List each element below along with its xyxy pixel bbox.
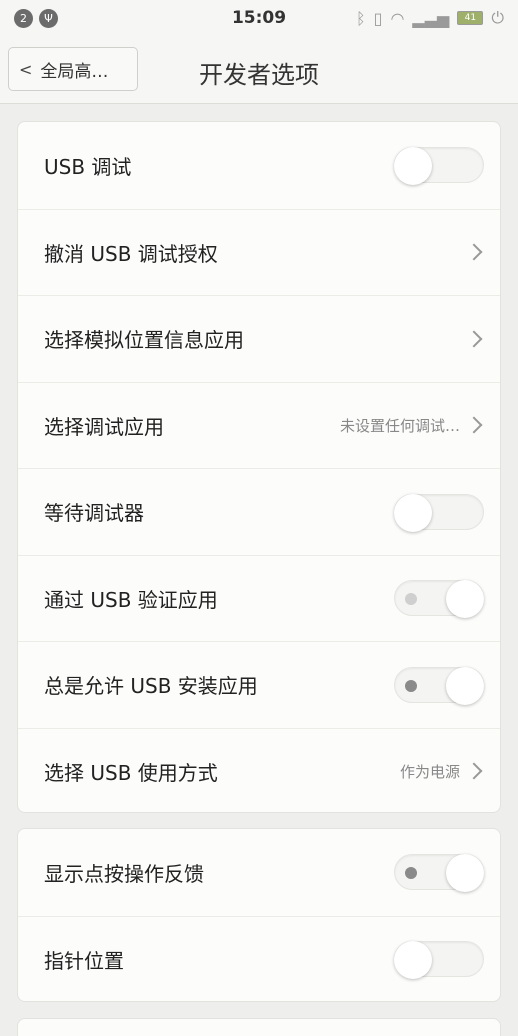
setting-row[interactable]: 指针位置	[18, 915, 500, 1002]
setting-label: 指针位置	[44, 948, 124, 973]
setting-label: 选择调试应用	[44, 414, 164, 439]
setting-control	[394, 854, 484, 893]
status-bar: 2 Ψ 15:09 ᛒ ▯ ◠ ▂▃▅ 41 ⏻	[0, 0, 518, 36]
notification-count-icon: 2	[14, 8, 33, 28]
chevron-right-icon	[465, 243, 483, 261]
setting-label: 等待调试器	[44, 501, 144, 526]
toggle-knob	[394, 941, 432, 980]
settings-card-debugging: USB 调试撤消 USB 调试授权选择模拟位置信息应用 选择调试应用 未设置任何调试…	[17, 121, 501, 813]
setting-value: 作为电源	[399, 762, 460, 781]
settings-card-next	[17, 1018, 501, 1036]
setting-label: 撤消 USB 调试授权	[44, 241, 218, 266]
bluetooth-icon: ᛒ	[356, 8, 366, 28]
setting-control	[394, 666, 484, 705]
setting-control	[465, 330, 484, 348]
setting-row[interactable]: 通过 USB 验证应用	[18, 554, 500, 642]
setting-label: USB 调试	[44, 154, 132, 179]
toggle-indicator-icon	[405, 679, 417, 692]
toggle-switch[interactable]	[394, 493, 484, 532]
setting-row[interactable]: 选择调试应用 未设置任何调试…	[18, 381, 500, 469]
usb-icon: Ψ	[39, 8, 58, 28]
toggle-switch[interactable]	[394, 854, 484, 893]
setting-control	[394, 580, 484, 619]
setting-row[interactable]: 总是允许 USB 安装应用	[18, 641, 500, 728]
chevron-right-icon	[465, 330, 483, 348]
signal-icon: ▂▃▅	[412, 8, 450, 28]
toggle-switch[interactable]	[394, 147, 484, 186]
toggle-knob	[446, 854, 484, 893]
setting-label: 选择模拟位置信息应用	[44, 328, 244, 353]
setting-row[interactable]: 选择 USB 使用方式 作为电源	[18, 727, 500, 813]
vibrate-icon: ▯	[373, 8, 383, 28]
setting-row[interactable]: USB 调试	[18, 122, 500, 209]
toggle-knob	[394, 493, 432, 532]
setting-control	[394, 147, 484, 186]
toggle-indicator-icon	[405, 867, 417, 880]
battery-icon: 41	[457, 11, 484, 25]
setting-control: 作为电源	[400, 761, 484, 782]
toggle-switch[interactable]	[394, 941, 484, 980]
toggle-knob	[446, 580, 484, 619]
setting-row[interactable]: 选择模拟位置信息应用	[18, 295, 500, 382]
wifi-icon: ◠	[390, 8, 405, 28]
setting-row[interactable]: 撤消 USB 调试授权	[18, 208, 500, 296]
setting-row[interactable]: 显示点按操作反馈	[18, 829, 500, 916]
chevron-right-icon	[465, 416, 483, 434]
setting-control	[394, 493, 484, 532]
setting-label: 总是允许 USB 安装应用	[44, 674, 258, 699]
status-left-icons: 2 Ψ	[14, 8, 58, 28]
page-title: 开发者选项	[199, 61, 319, 89]
toggle-switch[interactable]	[394, 666, 484, 705]
setting-label: 显示点按操作反馈	[44, 861, 204, 886]
setting-control	[465, 243, 484, 261]
chevron-right-icon	[465, 762, 483, 780]
setting-label: 选择 USB 使用方式	[44, 760, 218, 785]
settings-card-input: 显示点按操作反馈 指针位置	[17, 828, 501, 1002]
setting-control	[394, 941, 484, 980]
title-bar: < 全局高… 开发者选项	[0, 36, 518, 104]
setting-value: 未设置任何调试…	[339, 416, 460, 435]
toggle-switch[interactable]	[394, 580, 484, 619]
toggle-indicator-icon	[405, 593, 417, 606]
setting-row[interactable]: 等待调试器	[18, 468, 500, 555]
toggle-knob	[394, 147, 432, 186]
setting-control: 未设置任何调试…	[340, 415, 484, 436]
charging-icon: ⏻	[491, 8, 504, 27]
toggle-knob	[446, 666, 484, 705]
setting-label: 通过 USB 验证应用	[44, 587, 218, 612]
status-right-icons: ᛒ ▯ ◠ ▂▃▅ 41 ⏻	[356, 8, 504, 28]
